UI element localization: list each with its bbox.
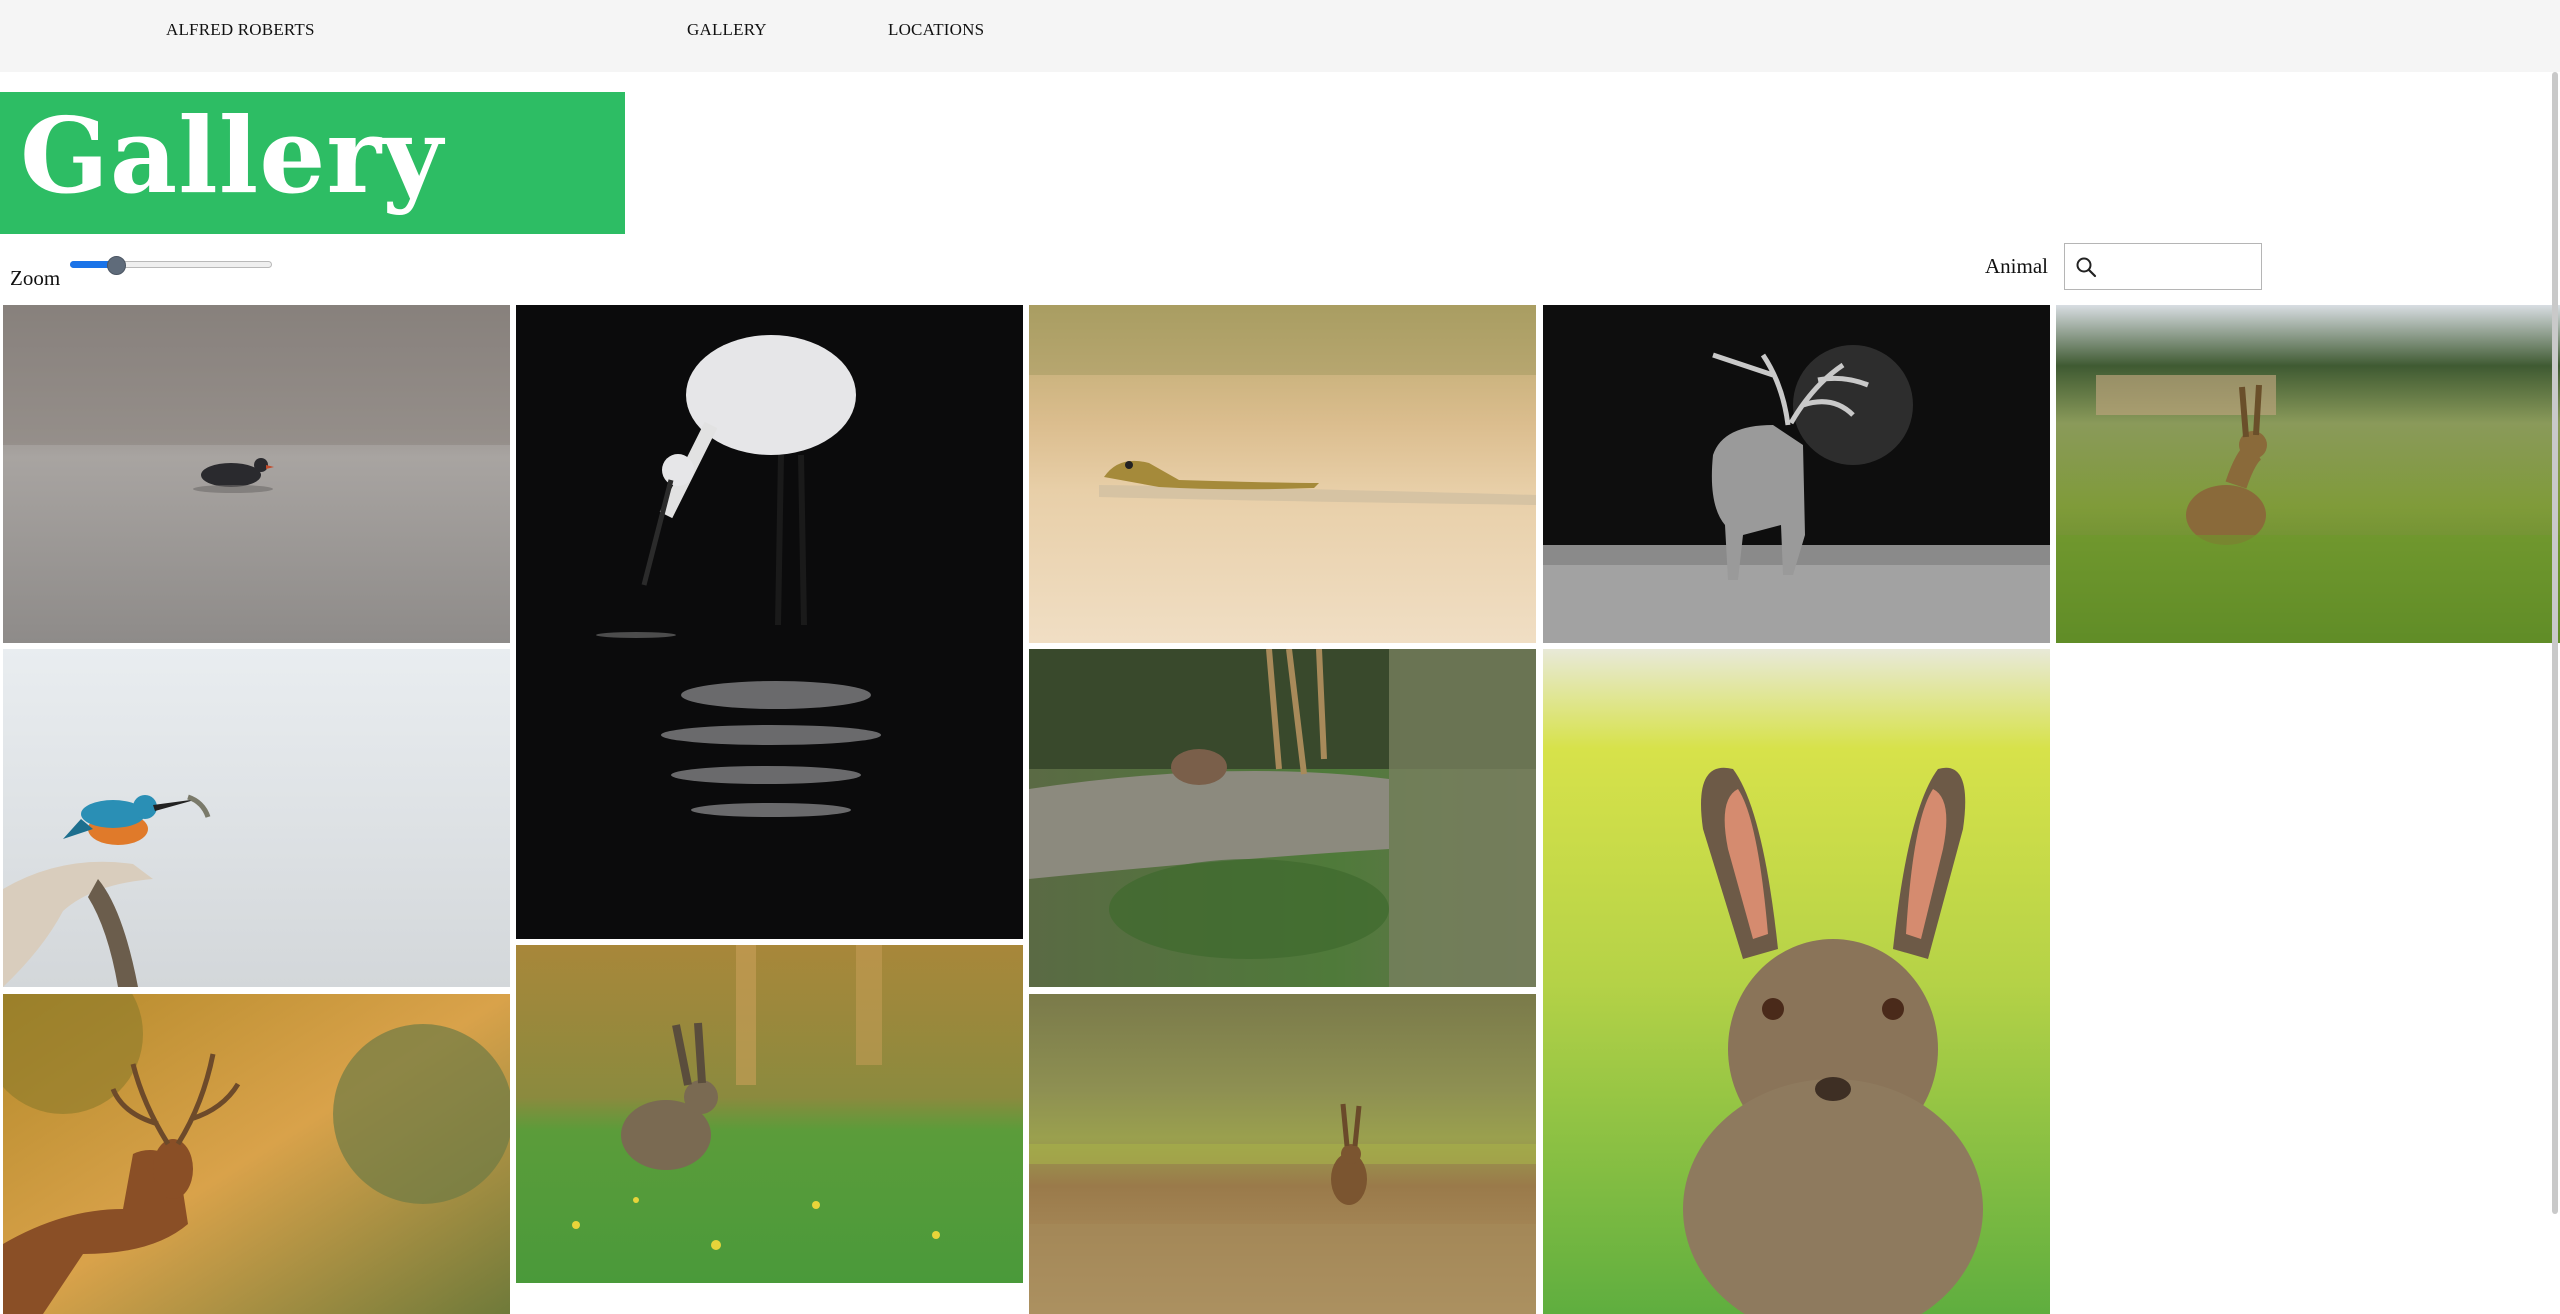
animal-filter-label: Animal [1985, 254, 2048, 278]
nav-gallery-link[interactable]: GALLERY [687, 20, 767, 40]
nav-locations-link[interactable]: LOCATIONS [888, 20, 984, 40]
zoom-slider[interactable] [70, 256, 272, 275]
photo-egret[interactable] [516, 305, 1023, 939]
photo-hare-meadow[interactable] [516, 945, 1023, 1283]
photo-hare-field[interactable] [2056, 305, 2560, 643]
photo-vole[interactable] [1029, 649, 1536, 987]
animal-search-input[interactable] [2105, 252, 2259, 284]
animal-search-box[interactable] [2064, 243, 2262, 290]
photo-lizard[interactable] [1029, 305, 1536, 643]
top-nav-bar: ALFRED ROBERTS GALLERY LOCATIONS [0, 0, 2560, 72]
photo-kingfisher[interactable] [3, 649, 510, 987]
photo-moorhen[interactable] [3, 305, 510, 643]
photo-stag-bw[interactable] [1543, 305, 2050, 643]
photo-stag-autumn[interactable] [3, 994, 510, 1314]
zoom-label: Zoom [10, 266, 61, 290]
zoom-slider-thumb[interactable] [106, 256, 126, 275]
nav-brand-link[interactable]: ALFRED ROBERTS [166, 20, 315, 40]
page-title: Gallery [20, 94, 444, 217]
photo-hare-closeup[interactable] [1543, 649, 2050, 1314]
page-scrollbar[interactable] [2552, 72, 2558, 1214]
search-icon [2076, 257, 2097, 278]
page-title-banner: Gallery [0, 92, 625, 234]
photo-hare-stubble[interactable] [1029, 994, 1536, 1314]
